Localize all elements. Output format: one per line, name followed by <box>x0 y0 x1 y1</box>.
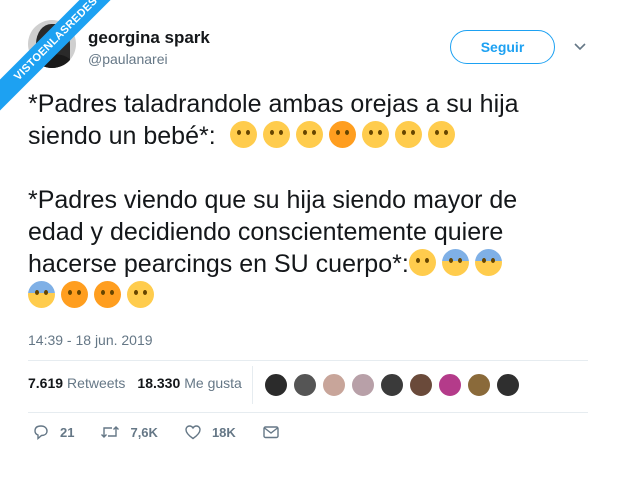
retweet-icon <box>101 426 120 438</box>
retweet-button[interactable]: 7,6K <box>100 423 158 441</box>
kissing-closed-eyes-emoji <box>427 121 455 148</box>
watermark-text: VISTOENLASREDES <box>0 0 120 118</box>
retweets-stat[interactable]: 7.619 Retweets <box>28 375 125 391</box>
reply-count: 21 <box>60 424 75 440</box>
tweet-line-4: edad y decidiendo conscientemente quiere <box>28 218 504 246</box>
liker-avatar[interactable] <box>409 373 433 397</box>
liker-avatar[interactable] <box>293 373 317 397</box>
likes-label: Me gusta <box>184 375 242 391</box>
smiling-blush-emoji <box>229 121 257 148</box>
tweet-timestamp[interactable]: 14:39 - 18 jun. 2019 <box>28 332 153 348</box>
angry-emoji <box>61 281 88 308</box>
reply-icon <box>34 425 48 441</box>
like-count: 18K <box>211 424 236 440</box>
kissing-closed-eyes-emoji <box>394 121 422 148</box>
retweet-count: 7,6K <box>130 424 158 440</box>
divider <box>28 360 588 361</box>
liker-avatar[interactable] <box>351 373 375 397</box>
heart-icon <box>185 425 201 440</box>
screaming-fear-emoji <box>28 281 55 308</box>
divider <box>28 412 588 413</box>
watermark-banner: VISTOENLASREDES <box>0 0 120 120</box>
steam-nose-emoji <box>127 281 154 308</box>
tweet-stats: 7.619 Retweets 18.330 Me gusta <box>28 375 254 391</box>
heart-eyes-emoji <box>328 121 356 148</box>
liker-avatar[interactable] <box>496 373 520 397</box>
kissing-closed-eyes-emoji <box>361 121 389 148</box>
message-button[interactable] <box>262 423 290 441</box>
grin-emoji <box>295 121 323 148</box>
liker-avatar[interactable] <box>322 373 346 397</box>
liker-avatar[interactable] <box>438 373 462 397</box>
follow-button[interactable]: Seguir <box>450 30 555 64</box>
likes-stat[interactable]: 18.330 Me gusta <box>137 375 241 391</box>
angry-emoji <box>94 281 121 308</box>
screaming-fear-emoji <box>474 249 502 276</box>
anxious-emoji <box>408 249 436 276</box>
tweet-line-3: *Padres viendo que su hija siendo mayor … <box>28 186 518 214</box>
divider <box>252 366 253 404</box>
like-button[interactable]: 18K <box>184 423 236 441</box>
grin-emoji <box>262 121 290 148</box>
likes-count: 18.330 <box>137 375 181 391</box>
tweet-line-5: hacerse pearcings en SU cuerpo*: <box>28 250 409 278</box>
chevron-down-icon[interactable] <box>573 40 587 54</box>
tweet-actions: 21 7,6K 18K <box>32 423 316 441</box>
envelope-icon <box>263 426 279 439</box>
sad-sweat-emoji <box>441 249 469 276</box>
liker-avatar[interactable] <box>264 373 288 397</box>
tweet-line-2: siendo un bebé*: <box>28 122 216 150</box>
liker-avatar[interactable] <box>380 373 404 397</box>
retweets-count: 7.619 <box>28 375 64 391</box>
tweet-text: *Padres taladrandole ambas orejas a su h… <box>28 88 608 312</box>
reply-button[interactable]: 21 <box>32 423 74 441</box>
liker-avatars <box>264 373 525 397</box>
retweets-label: Retweets <box>67 375 126 391</box>
liker-avatar[interactable] <box>467 373 491 397</box>
